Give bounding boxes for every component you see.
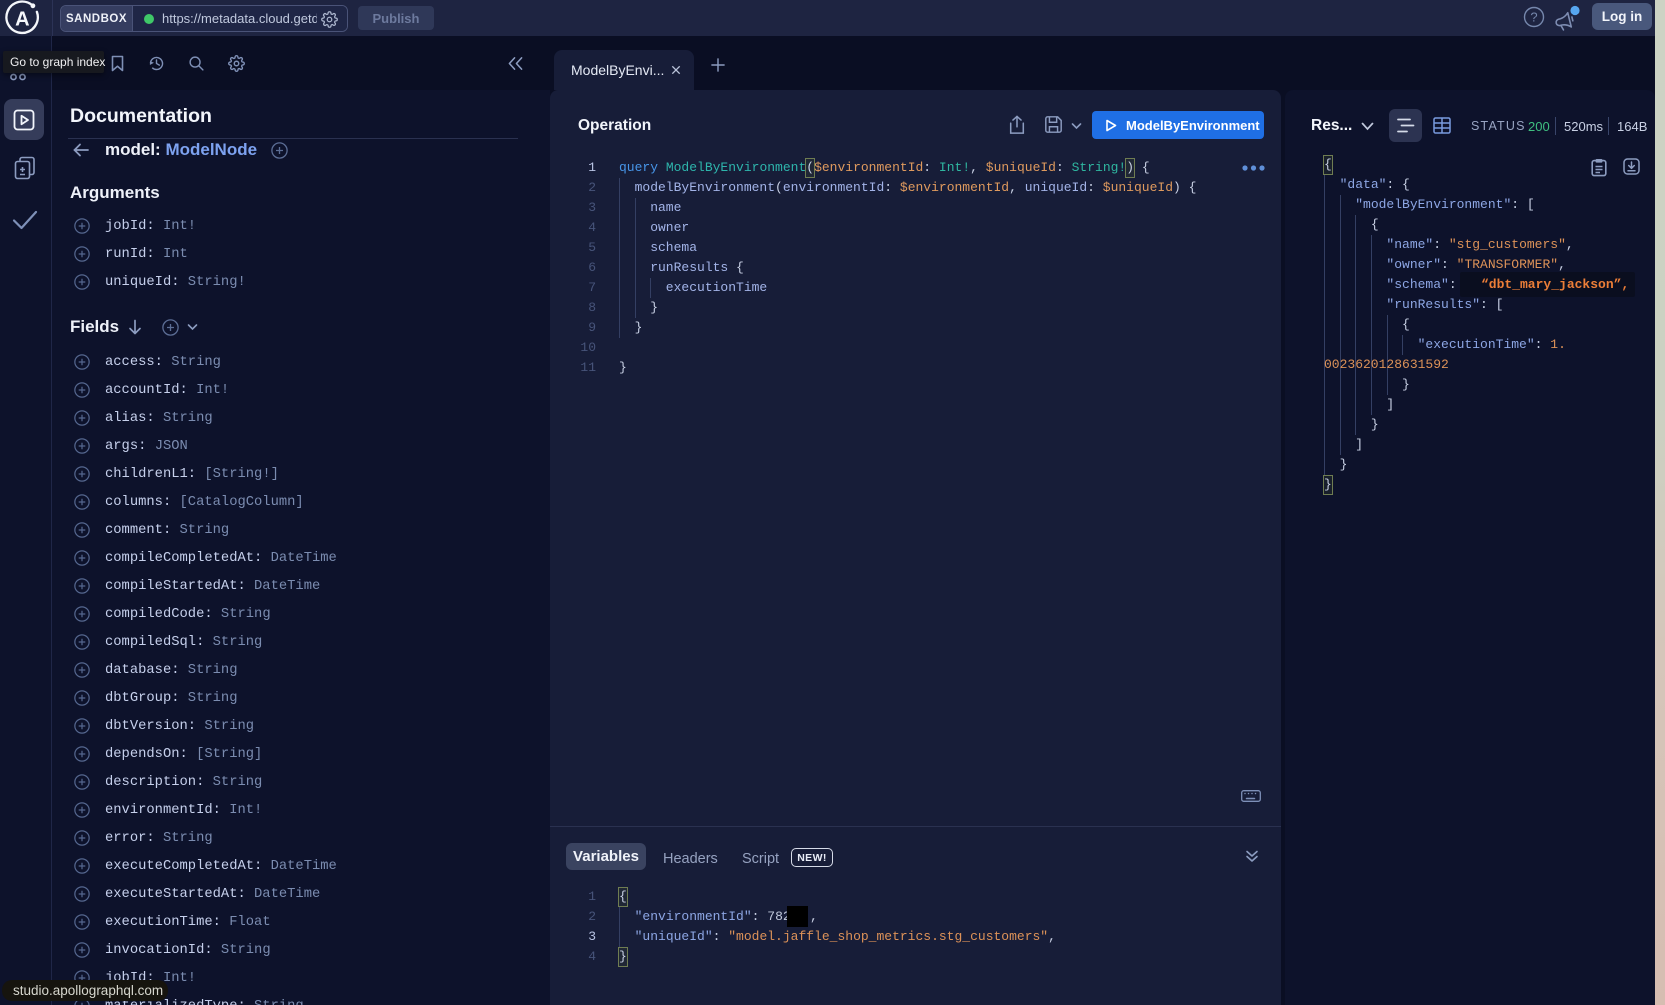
svg-text:?: ? [1530,10,1537,25]
svg-text:A: A [15,9,29,31]
